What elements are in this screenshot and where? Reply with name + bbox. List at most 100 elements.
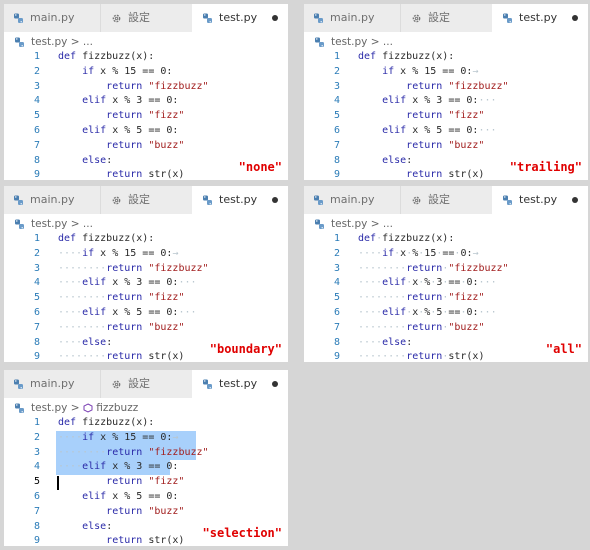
tab-label: test.py — [219, 377, 258, 390]
tab-main-py[interactable]: main.py — [304, 4, 400, 32]
code-line: 5 return "fizz" — [304, 109, 588, 124]
tab-main-py[interactable]: main.py — [4, 370, 100, 398]
settings-icon — [111, 11, 128, 24]
code-line: 4 elif x % 3 == 0: — [4, 94, 288, 109]
tab-test-py[interactable]: test.py — [192, 370, 288, 398]
code-text: def fizzbuzz(x): — [358, 51, 455, 62]
code-text: return "fizz" — [106, 476, 185, 488]
code-text: elif x % 5 == 0: — [82, 490, 179, 502]
breadcrumb-file[interactable]: test.py — [31, 402, 67, 414]
python-file-icon — [14, 36, 31, 48]
line-number: 3 — [33, 262, 40, 274]
breadcrumb-symbol[interactable]: fizzbuzz — [96, 402, 138, 414]
code-line: 6 elif x % 5 == 0:··· — [304, 124, 588, 139]
cube-icon — [83, 403, 93, 413]
code-text: ····elif x % 3 == 0:··· — [58, 277, 197, 289]
tab-main-py[interactable]: main.py — [304, 186, 400, 214]
code-line: 5 ········return "fizz" — [4, 291, 288, 306]
line-number: 9 — [33, 169, 40, 180]
code-line: 7 ········return "buzz" — [4, 321, 288, 336]
code-text: else: — [382, 154, 413, 166]
line-number: 9 — [333, 351, 340, 362]
tab-label: main.py — [30, 11, 75, 24]
code-line: 3 return "fizzbuzz" — [4, 80, 288, 95]
code-text: return "fizzbuzz" — [106, 80, 209, 92]
code-text: return "buzz" — [106, 505, 185, 517]
line-number: 4 — [33, 461, 40, 473]
code-text: return "fizz" — [406, 110, 485, 122]
code-line: 2 if x % 15 == 0: — [4, 65, 288, 80]
code-line: 3 ········return·"fizzbuzz" — [304, 262, 588, 277]
code-text: return str(x) — [106, 169, 185, 180]
tab-settings[interactable]: 設定 — [400, 186, 492, 214]
breadcrumb-tail[interactable]: ... — [383, 218, 393, 230]
tab-label: 設定 — [428, 11, 450, 24]
code-line: 6 ····elif x % 5 == 0:··· — [4, 306, 288, 321]
tab-test-py[interactable]: test.py — [192, 4, 288, 32]
python-file-icon — [314, 36, 331, 48]
code-text: ····elif·x·%·3·==·0:··· — [358, 277, 497, 289]
breadcrumb-file[interactable]: test.py — [31, 218, 67, 230]
breadcrumb-tail[interactable]: ... — [383, 36, 393, 48]
tab-test-py[interactable]: test.py — [492, 186, 588, 214]
line-number: 6 — [333, 124, 340, 136]
render-whitespace-label: "none" — [238, 160, 282, 174]
python-file-icon — [314, 218, 331, 230]
breadcrumb: test.py > fizzbuzz — [4, 398, 138, 418]
code-text: ····if x % 15 == 0:→ — [58, 431, 179, 443]
line-number: 8 — [33, 520, 40, 532]
code-text: ········return "fizzbuzz" — [58, 446, 209, 458]
line-number: 2 — [33, 247, 40, 259]
settings-icon — [411, 11, 428, 24]
breadcrumb-sep: > — [70, 218, 80, 230]
unsaved-dot-icon[interactable] — [272, 15, 278, 21]
breadcrumb-file[interactable]: test.py — [31, 36, 67, 48]
line-number: 8 — [333, 154, 340, 166]
code-text: elif x % 3 == 0: — [82, 95, 179, 107]
code-text: ····elif·x·%·5·==·0:··· — [358, 306, 497, 318]
line-number: 1 — [33, 51, 40, 62]
breadcrumb: test.py > ... — [4, 214, 93, 234]
tab-main-py[interactable]: main.py — [4, 186, 100, 214]
tab-main-py[interactable]: main.py — [4, 4, 100, 32]
code-line: 5 return "fizz" — [4, 109, 288, 124]
breadcrumb-file[interactable]: test.py — [331, 218, 367, 230]
python-file-icon — [313, 193, 330, 206]
tab-label: 設定 — [128, 11, 150, 24]
line-number: 2 — [333, 65, 340, 77]
tab-test-py[interactable]: test.py — [492, 4, 588, 32]
code-line: 4 ····elif x % 3 == 0:··· — [4, 276, 288, 291]
code-text: return "buzz" — [406, 139, 485, 151]
code-text: def fizzbuzz(x): — [58, 417, 155, 428]
code-line: 6 elif x % 5 == 0: — [4, 490, 288, 505]
unsaved-dot-icon[interactable] — [272, 381, 278, 387]
line-number: 1 — [333, 51, 340, 62]
tab-settings[interactable]: 設定 — [100, 186, 192, 214]
unsaved-dot-icon[interactable] — [572, 197, 578, 203]
breadcrumb-file[interactable]: test.py — [331, 36, 367, 48]
unsaved-dot-icon[interactable] — [272, 197, 278, 203]
code-line: 5 return "fizz" — [4, 475, 288, 490]
code-text: def fizzbuzz(x): — [58, 233, 155, 244]
breadcrumb-tail[interactable]: ... — [83, 36, 93, 48]
editor-panel-selection: main.py 設定 test.py test.py > fizzbuzz 1 def f… — [4, 370, 288, 546]
tab-test-py[interactable]: test.py — [192, 186, 288, 214]
line-number: 3 — [333, 262, 340, 274]
tab-settings[interactable]: 設定 — [100, 4, 192, 32]
line-number: 7 — [33, 505, 40, 517]
unsaved-dot-icon[interactable] — [572, 15, 578, 21]
line-number: 9 — [33, 351, 40, 362]
tab-label: main.py — [330, 11, 375, 24]
code-text: return "buzz" — [106, 139, 185, 151]
code-text: elif x % 3 == 0:··· — [382, 95, 497, 107]
code-text: if x % 15 == 0:→ — [382, 65, 479, 77]
tab-label: test.py — [219, 193, 258, 206]
line-number: 6 — [33, 124, 40, 136]
tab-label: test.py — [519, 11, 558, 24]
code-text: ····if x % 15 == 0:→ — [58, 247, 179, 259]
tab-settings[interactable]: 設定 — [400, 4, 492, 32]
line-number: 5 — [33, 476, 40, 488]
breadcrumb-tail[interactable]: ... — [83, 218, 93, 230]
tab-settings[interactable]: 設定 — [100, 370, 192, 398]
code-line: 4 elif x % 3 == 0:··· — [304, 94, 588, 109]
